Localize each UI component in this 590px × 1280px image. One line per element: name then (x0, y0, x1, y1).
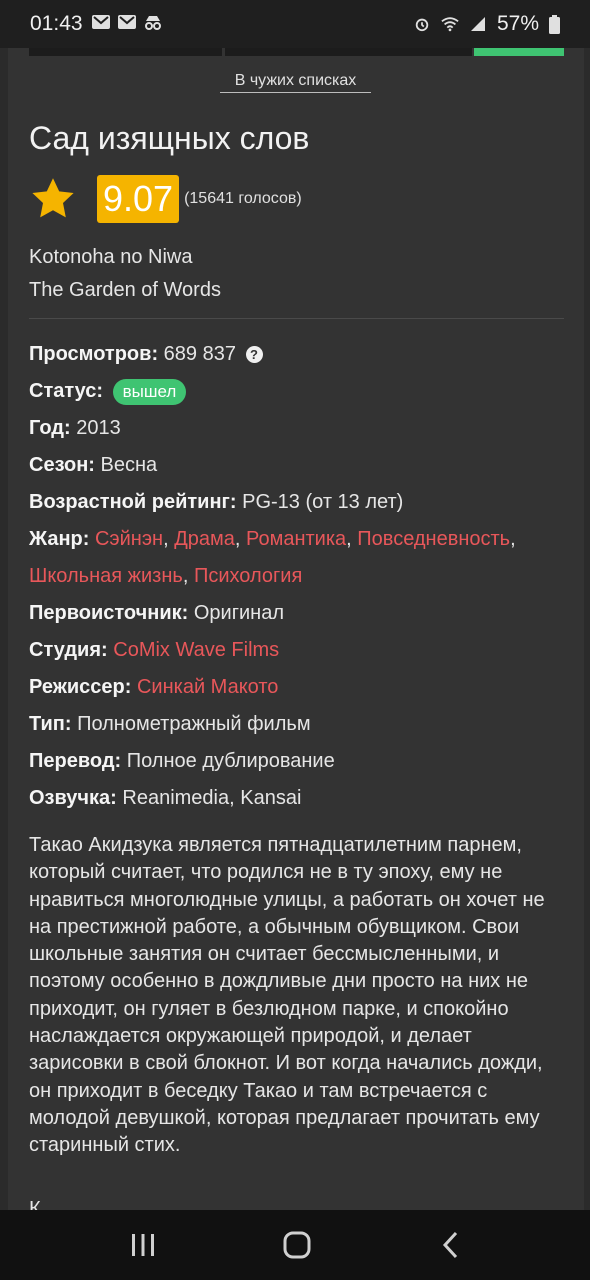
status-bar: 01:43 57% (0, 0, 590, 48)
list-tab-active[interactable] (474, 48, 564, 56)
info-label: Студия: (29, 639, 108, 661)
genre-link[interactable]: Повседневность (357, 528, 510, 550)
info-studio: Студия: CoMix Wave Films (29, 632, 569, 669)
info-label: Первоисточник: (29, 602, 189, 624)
votes-count: (15641 голосов) (184, 190, 302, 207)
info-views: Просмотров: 689 837 ? (29, 336, 569, 373)
list-tab[interactable] (29, 48, 222, 56)
anime-page: В чужих списках Сад изящных слов 9.07 (1… (8, 48, 584, 1210)
info-year: Год: 2013 (29, 410, 569, 447)
director-link[interactable]: Синкай Макото (137, 676, 278, 698)
info-label: Тип: (29, 713, 72, 735)
description-continuation: К (29, 1198, 41, 1210)
alarm-icon (415, 18, 429, 32)
genre-link[interactable]: Романтика (246, 528, 346, 550)
info-list: Просмотров: 689 837 ? Статус: вышел Год:… (29, 336, 569, 817)
info-translation: Перевод: Полное дублирование (29, 743, 569, 780)
rating-score: 9.07 (97, 175, 180, 223)
wifi-icon (441, 17, 459, 32)
list-tabs-remnant (29, 48, 564, 56)
info-label: Перевод: (29, 750, 122, 772)
gmail-icon (92, 15, 110, 29)
info-type: Тип: Полнометражный фильм (29, 706, 569, 743)
alt-names: Kotonoha no Niwa The Garden of Words (29, 241, 221, 307)
source-value: Оригинал (193, 602, 285, 624)
android-nav-bar (0, 1210, 590, 1280)
rating-block: 9.07 (15641 голосов) (29, 174, 302, 224)
list-tab[interactable] (225, 48, 472, 56)
info-voiceover: Озвучка: Reanimedia, Kansai (29, 780, 569, 817)
gmail-icon (118, 15, 136, 29)
signal-icon (470, 17, 485, 31)
genre-link[interactable]: Психология (194, 565, 302, 587)
page-title: Сад изящных слов (29, 120, 310, 156)
translation-value: Полное дублирование (126, 750, 335, 772)
incognito-icon (145, 16, 161, 30)
info-source: Первоисточник: Оригинал (29, 595, 569, 632)
others-lists-link[interactable]: В чужих списках (220, 72, 371, 93)
star-icon[interactable] (29, 175, 77, 223)
info-director: Режиссер: Синкай Макото (29, 669, 569, 706)
info-label: Год: (29, 417, 71, 439)
alt-name-romaji: Kotonoha no Niwa (29, 246, 193, 268)
views-value: 689 837 (163, 343, 236, 365)
info-label: Просмотров: (29, 343, 159, 365)
genre-link[interactable]: Сэйнэн (95, 528, 163, 550)
info-label: Возрастной рейтинг: (29, 491, 237, 513)
recent-apps-icon[interactable] (123, 1230, 163, 1260)
info-label: Жанр: (29, 528, 90, 550)
status-badge: вышел (112, 378, 187, 405)
genre-link[interactable]: Школьная жизнь (29, 565, 183, 587)
age-rating-value: PG-13 (от 13 лет) (242, 491, 404, 513)
info-label: Режиссер: (29, 676, 132, 698)
description: Такао Акидзука является пятнадцатилетним… (29, 834, 545, 1157)
info-label: Сезон: (29, 454, 95, 476)
info-age-rating: Возрастной рейтинг: PG-13 (от 13 лет) (29, 484, 569, 521)
genre-link[interactable]: Драма (174, 528, 235, 550)
info-label: Озвучка: (29, 787, 117, 809)
divider (29, 318, 564, 319)
voiceover-value: Reanimedia, Kansai (122, 787, 302, 809)
type-value: Полнометражный фильм (77, 713, 311, 735)
info-status: Статус: вышел (29, 373, 569, 410)
status-time: 01:43 (30, 12, 83, 35)
info-season: Сезон: Весна (29, 447, 569, 484)
alt-name-english: The Garden of Words (29, 279, 221, 301)
back-icon[interactable] (430, 1230, 470, 1260)
info-genre: Жанр: Сэйнэн, Драма, Романтика, Повседне… (29, 528, 516, 587)
studio-link[interactable]: CoMix Wave Films (113, 639, 279, 661)
info-label: Статус: (29, 380, 104, 402)
battery-icon (549, 14, 560, 34)
help-icon[interactable]: ? (245, 346, 263, 364)
year-value: 2013 (76, 417, 121, 439)
battery-percent: 57% (496, 12, 539, 35)
season-value: Весна (100, 454, 158, 476)
home-icon[interactable] (277, 1230, 317, 1260)
